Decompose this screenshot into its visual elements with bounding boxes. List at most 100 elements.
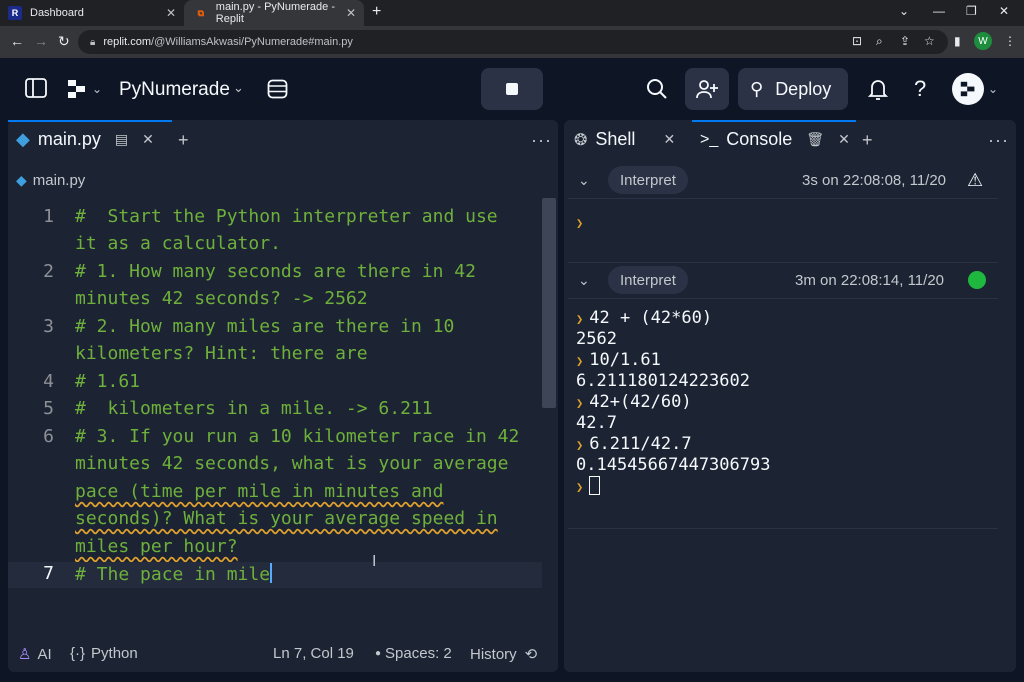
- line-number: 1: [43, 206, 54, 227]
- console-line: 0.14545667447306793: [576, 455, 771, 475]
- notifications-bell-icon[interactable]: [867, 78, 889, 106]
- sidebar-toggle-icon[interactable]: [25, 78, 47, 104]
- console-run-header[interactable]: ⌄ Interpret 3m on 22:08:14, 11/20: [564, 262, 1016, 298]
- stop-button[interactable]: [481, 68, 543, 110]
- browser-profile-avatar[interactable]: W: [974, 32, 992, 50]
- deploy-label: Deploy: [775, 78, 832, 99]
- shell-icon: ❂: [574, 131, 588, 149]
- database-icon[interactable]: [267, 79, 288, 105]
- minimize-icon[interactable]: —: [933, 4, 945, 18]
- success-status-icon: [968, 271, 986, 289]
- code-text: # Start the Python interpreter and use: [75, 206, 498, 227]
- forward-icon[interactable]: →: [34, 33, 48, 49]
- tab-main-py[interactable]: ◆ main.py ▤ ✕: [16, 129, 154, 150]
- code-text: # 3. If you run a 10 kilometer race in 4…: [75, 426, 520, 447]
- close-icon[interactable]: ✕: [838, 131, 850, 148]
- console-prompt-icon: >_: [700, 130, 719, 148]
- cursor-position[interactable]: Ln 7, Col 19: [273, 645, 354, 662]
- close-icon[interactable]: ✕: [663, 131, 675, 148]
- project-name[interactable]: PyNumerade: [119, 79, 230, 101]
- pane-menu-icon[interactable]: ···: [531, 130, 552, 151]
- install-icon[interactable]: ⊡: [852, 34, 862, 48]
- console-run-header[interactable]: ⌄ Interpret 3s on 22:08:08, 11/20 ⚠︎: [564, 162, 1016, 198]
- spaces-label: Spaces: 2: [385, 645, 452, 662]
- breadcrumb-file[interactable]: main.py: [33, 172, 86, 189]
- tab-console[interactable]: >_ Console 🗑︎ ✕: [700, 129, 850, 150]
- divider: [568, 528, 998, 529]
- line-number: 5: [43, 398, 54, 419]
- user-avatar[interactable]: [952, 73, 984, 105]
- project-chevron-down-icon[interactable]: ⌄: [233, 80, 244, 96]
- invite-button[interactable]: [685, 68, 729, 110]
- line-number: 6: [43, 426, 54, 447]
- line-number: 3: [43, 316, 54, 337]
- spaces-indicator[interactable]: ● Spaces: 2: [375, 645, 452, 662]
- share-icon[interactable]: ⇪: [900, 34, 910, 48]
- browser-menu-icon[interactable]: ⋮: [1004, 34, 1016, 48]
- prompt-chevron-icon: ❯: [576, 312, 584, 326]
- file-outline-icon[interactable]: ▤: [115, 131, 128, 148]
- console-output: ❯: [576, 212, 589, 233]
- console-input-line[interactable]: ❯: [576, 476, 770, 497]
- code-text: pace (time per mile in minutes and: [75, 481, 444, 502]
- ai-sparkle-icon: ♙: [18, 646, 32, 663]
- address-bar-row: ← → ↻ 🔒︎ replit.com /@WilliamsAkwasi/PyN…: [0, 26, 1024, 58]
- browser-tab-main[interactable]: ⧉ main.py - PyNumerade - Replit ✕: [184, 0, 364, 26]
- zoom-icon[interactable]: ⌕: [876, 34, 883, 49]
- console-line: 6.211180124223602: [576, 371, 750, 391]
- chevron-down-icon[interactable]: ⌄: [578, 272, 590, 289]
- line-number: 4: [43, 371, 54, 392]
- logo-menu-chevron-icon[interactable]: ⌄: [92, 82, 102, 96]
- close-tab-icon[interactable]: ✕: [346, 6, 356, 20]
- help-icon[interactable]: ?: [914, 76, 926, 102]
- close-icon[interactable]: ✕: [142, 131, 154, 148]
- tab-label: Shell: [595, 129, 636, 149]
- history-button[interactable]: History ⟲: [470, 645, 537, 664]
- run-label: Interpret: [608, 166, 688, 194]
- replit-logo-icon[interactable]: [67, 79, 87, 105]
- window-close-icon[interactable]: ✕: [999, 4, 1009, 18]
- pane-menu-icon[interactable]: ···: [988, 130, 1009, 151]
- url-field[interactable]: 🔒︎ replit.com /@WilliamsAkwasi/PyNumerad…: [78, 30, 948, 54]
- console-line: 42.7: [576, 413, 617, 433]
- add-user-icon: [696, 80, 718, 99]
- python-icon: ◆: [16, 129, 30, 149]
- console-output[interactable]: ❯ 42 + (42*60) 2562 ❯ 10/1.61 6.2111801242…: [576, 308, 770, 497]
- new-tab-icon[interactable]: +: [178, 130, 189, 151]
- side-panel-icon[interactable]: ▮: [954, 34, 961, 48]
- browser-tab-title: Dashboard: [30, 7, 84, 19]
- active-tab-indicator: [8, 120, 172, 122]
- code-braces-icon: {·}: [70, 645, 86, 662]
- restore-icon[interactable]: ❐: [966, 4, 977, 18]
- avatar-chevron-down-icon[interactable]: ⌄: [988, 82, 998, 96]
- replit-logo-icon: [960, 81, 975, 97]
- dot-icon: ●: [375, 648, 382, 659]
- stop-icon: [506, 83, 518, 95]
- tab-search-icon[interactable]: ⌄: [899, 4, 909, 18]
- deploy-button[interactable]: ⚲ Deploy: [738, 68, 848, 110]
- chevron-down-icon[interactable]: ⌄: [578, 172, 590, 189]
- deploy-rocket-icon: ⚲: [750, 78, 764, 99]
- tab-shell[interactable]: ❂ Shell ✕: [574, 129, 675, 150]
- trash-icon[interactable]: 🗑︎: [806, 131, 824, 148]
- code-text: miles per hour?: [75, 536, 238, 557]
- back-icon[interactable]: ←: [10, 33, 24, 49]
- history-label: History: [470, 645, 517, 663]
- ai-button[interactable]: ♙ AI: [18, 645, 52, 664]
- prompt-chevron-icon: ❯: [576, 396, 584, 410]
- url-host: replit.com: [103, 36, 152, 48]
- code-editor[interactable]: 1 # Start the Python interpreter and use …: [8, 198, 542, 610]
- browser-tab-dashboard[interactable]: R Dashboard ✕: [8, 0, 184, 26]
- console-line: ❯ 6.211/42.7: [576, 434, 692, 454]
- editor-scrollbar[interactable]: [542, 198, 556, 408]
- reload-icon[interactable]: ↻: [58, 33, 70, 50]
- language-indicator[interactable]: {·} Python: [70, 645, 138, 662]
- new-tab-icon[interactable]: +: [862, 130, 873, 151]
- console-line: ❯ 10/1.61: [576, 350, 661, 370]
- search-icon[interactable]: [646, 78, 668, 106]
- close-tab-icon[interactable]: ✕: [166, 6, 176, 20]
- line-number: 7: [43, 563, 54, 584]
- prompt-chevron-icon: ❯: [576, 480, 584, 494]
- new-tab-icon[interactable]: +: [372, 3, 381, 21]
- bookmark-star-icon[interactable]: ☆: [924, 34, 935, 48]
